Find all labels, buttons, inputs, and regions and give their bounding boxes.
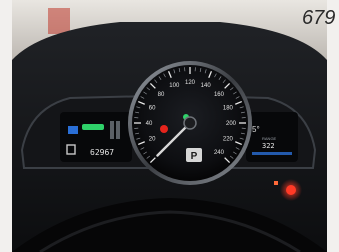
fuel-gauge-bar [110, 121, 114, 139]
range-value: 322 [262, 142, 275, 150]
scale-label: 160 [214, 92, 225, 98]
scale-label: 240 [214, 150, 225, 156]
range-label: RANGE [262, 136, 277, 141]
scale-label: 100 [169, 83, 180, 89]
fuel-icon [68, 126, 78, 134]
brake-warning-icon [160, 125, 168, 133]
instrument-cluster-photo: 679 62967 5° RANGE 322 20 40 60 80 100 120 140… [0, 0, 339, 252]
gear-indicator: P [191, 151, 198, 162]
range-bar [252, 152, 292, 155]
scale-label: 120 [185, 80, 196, 86]
engine-warning-icon [286, 185, 296, 195]
right-white-border [327, 0, 339, 252]
scale-label: 180 [223, 105, 234, 111]
scale-label: 80 [158, 92, 165, 98]
background-text: 679 [302, 7, 335, 29]
odometer-readout: 62967 [90, 148, 114, 157]
scale-label: 60 [149, 105, 156, 111]
background-red-object [48, 8, 70, 34]
outside-temperature: 5° [252, 125, 260, 134]
scale-label: 20 [149, 137, 156, 143]
scale-label: 140 [201, 83, 212, 89]
warning-light-small [274, 181, 278, 185]
scale-label: 200 [226, 121, 237, 127]
needle-hub [183, 116, 197, 130]
scale-label: 220 [223, 137, 234, 143]
scale-label: 40 [146, 121, 153, 127]
eco-indicator-icon [82, 124, 104, 130]
left-white-border [0, 0, 12, 252]
temp-gauge-bar [116, 121, 120, 139]
